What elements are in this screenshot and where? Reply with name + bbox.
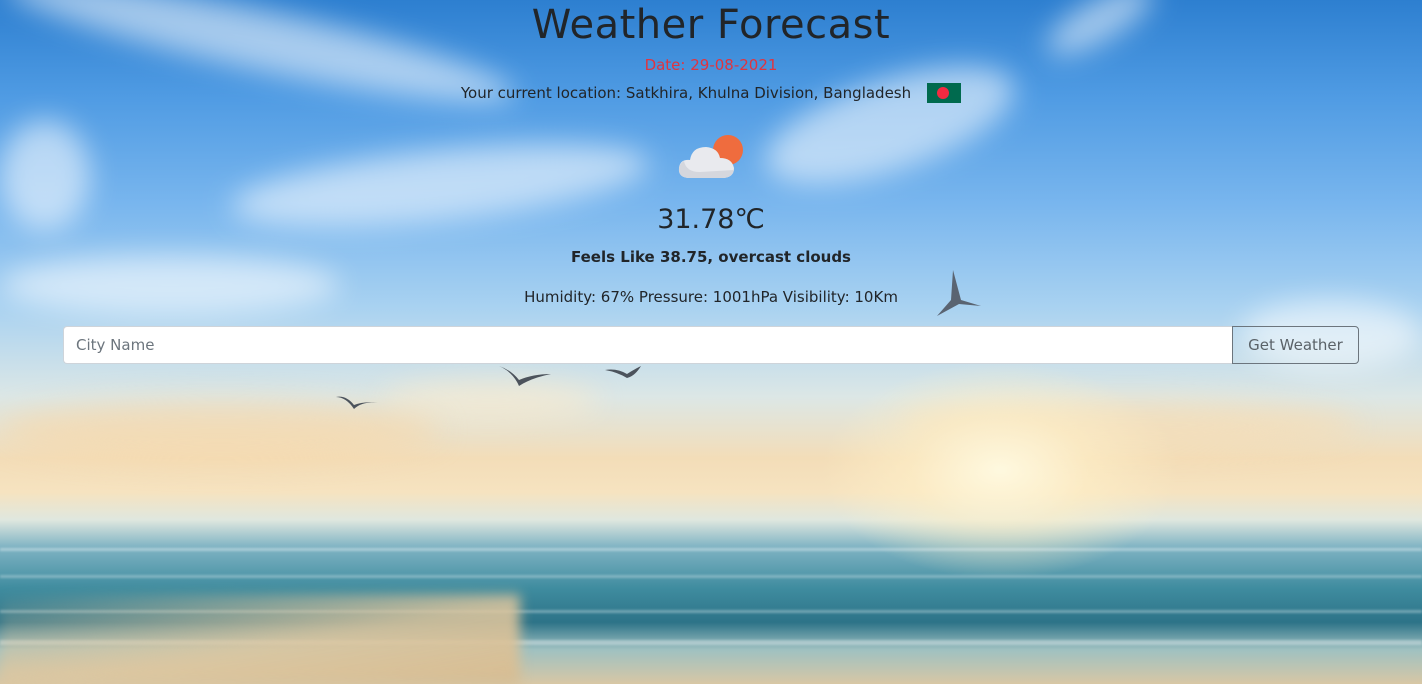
- feels-like-text: Feels Like 38.75, overcast clouds: [571, 248, 851, 266]
- city-search-group: Get Weather: [63, 326, 1359, 364]
- wave-line: [0, 575, 1422, 578]
- page-background: Weather Forecast Date: 29-08-2021 Your c…: [0, 0, 1422, 684]
- forecast-date: Date: 29-08-2021: [644, 56, 778, 74]
- seagull-icon: [605, 366, 641, 378]
- seagull-icon: [336, 396, 378, 409]
- cloud-shape: [380, 380, 600, 420]
- current-location: Your current location: Satkhira, Khulna …: [0, 83, 1422, 103]
- get-weather-button[interactable]: Get Weather: [1232, 326, 1359, 364]
- seagull-icon: [499, 366, 551, 386]
- page-title: Weather Forecast: [531, 2, 891, 48]
- current-location-text: Your current location: Satkhira, Khulna …: [460, 84, 912, 102]
- wave-line: [0, 548, 1422, 551]
- weather-details: Humidity: 67% Pressure: 1001hPa Visibili…: [524, 288, 898, 306]
- sun-glow: [820, 360, 1180, 580]
- bangladesh-flag-icon: [927, 83, 962, 103]
- cloud-sun-icon: [678, 135, 743, 178]
- temperature-value: 31.78℃: [657, 204, 765, 235]
- city-name-input[interactable]: [63, 326, 1232, 364]
- beach-sand: [0, 594, 520, 684]
